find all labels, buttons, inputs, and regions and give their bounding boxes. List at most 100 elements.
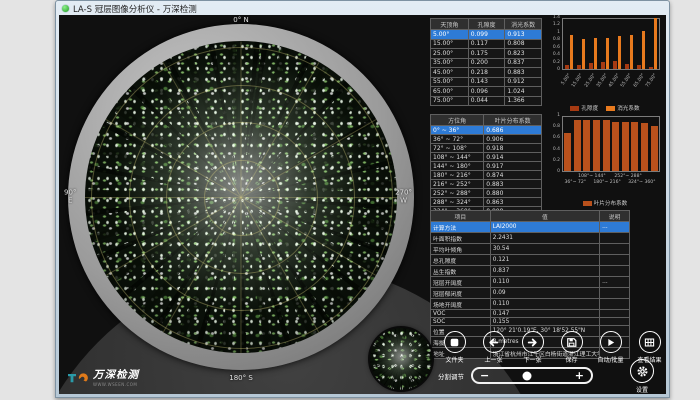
y-axis-tick: 0	[548, 67, 560, 72]
zenith-row[interactable]: 45.00°0.2180.883	[431, 68, 542, 78]
zenith-row[interactable]: 55.00°0.1430.912	[431, 77, 542, 87]
folder-icon	[444, 331, 466, 353]
param-row[interactable]: 总孔隙度0.121	[431, 255, 630, 266]
azimuth-cell: 0.917	[484, 162, 542, 171]
zenith-cell: 1.366	[505, 96, 542, 106]
settings-label: 设置	[636, 385, 648, 394]
leaf-distribution-chart: 00.20.40.60.81108°~ 144° 252°~ 288°36°~ …	[548, 114, 662, 207]
zenith-cell: 1.024	[505, 87, 542, 97]
zenith-cell: 35.00°	[431, 58, 469, 68]
zenith-cell: 0.808	[505, 39, 542, 49]
slider-handle[interactable]	[523, 371, 532, 380]
zenith-cell: 0.099	[468, 30, 505, 40]
zenith-row[interactable]: 15.00°0.1170.808	[431, 39, 542, 49]
chart-legend: 叶片分布系数	[548, 199, 662, 207]
auto-icon	[600, 331, 622, 353]
param-cell: SOC	[431, 318, 491, 326]
param-header: 项目	[431, 211, 491, 222]
bar	[625, 64, 629, 69]
azimuth-cell: 0° ~ 36°	[431, 126, 484, 135]
param-cell: 总孔隙度	[431, 255, 491, 266]
zenith-row[interactable]: 75.00°0.0441.366	[431, 96, 542, 106]
zenith-row[interactable]: 25.00°0.1750.823	[431, 49, 542, 59]
azimuth-row[interactable]: 108° ~ 144°0.914	[431, 153, 542, 162]
save-button[interactable]: 保存	[553, 331, 590, 364]
legend-label: 孔隙度	[581, 104, 598, 112]
param-row[interactable]: 场地开阔度0.110	[431, 299, 630, 310]
param-cell: 冠层开阔度	[431, 277, 491, 288]
settings-button[interactable]: 设置	[630, 359, 654, 394]
azimuth-row[interactable]: 144° ~ 180°0.917	[431, 162, 542, 171]
zenith-cell: 15.00°	[431, 39, 469, 49]
bar	[641, 123, 648, 171]
azimuth-row[interactable]: 72° ~ 108°0.918	[431, 144, 542, 153]
zenith-cell: 65.00°	[431, 87, 469, 97]
bar	[606, 38, 610, 69]
chart-legend: 孔隙度消光系数	[548, 104, 662, 112]
bar	[630, 35, 634, 69]
param-cell: 场地开阔度	[431, 299, 491, 310]
param-cell	[600, 310, 630, 318]
zenith-cell: 0.117	[468, 39, 505, 49]
bar-group	[577, 39, 585, 69]
azimuth-cell: 288° ~ 324°	[431, 198, 484, 207]
zenith-row[interactable]: 5.00°0.0990.913	[431, 30, 542, 40]
legend-label: 叶片分布系数	[594, 199, 628, 207]
param-cell	[600, 288, 630, 299]
param-row[interactable]: VOC0.147	[431, 310, 630, 318]
compass-east-dir: E	[64, 197, 76, 205]
bar	[631, 122, 638, 171]
param-cell	[600, 266, 630, 277]
bar-group	[589, 38, 597, 69]
param-cell: 0.837	[490, 266, 599, 277]
param-row[interactable]: SOC0.155	[431, 318, 630, 326]
previous-button[interactable]: 上一张	[475, 331, 512, 364]
azimuth-row[interactable]: 216° ~ 252°0.883	[431, 180, 542, 189]
zenith-cell: 55.00°	[431, 77, 469, 87]
azimuth-row[interactable]: 180° ~ 216°0.874	[431, 171, 542, 180]
window-title: LA-S 冠层图像分析仪 - 万深检测	[73, 3, 197, 15]
bar	[574, 120, 581, 171]
slider-decrease-button[interactable]: −	[480, 370, 489, 381]
param-row[interactable]: 冠层郁闭度0.09	[431, 288, 630, 299]
azimuth-cell: 0.914	[484, 153, 542, 162]
azimuth-row[interactable]: 288° ~ 324°0.863	[431, 198, 542, 207]
azimuth-row[interactable]: 0° ~ 36°0.686	[431, 126, 542, 135]
param-cell: 30.54	[490, 244, 599, 255]
y-axis-tick: 0.8	[548, 124, 560, 129]
prev-icon	[483, 331, 505, 353]
client-area: 0° N 180° S 90° E 270° W 天顶角孔隙度消光系数5.00°…	[59, 15, 666, 394]
resolution-slider[interactable]: − +	[471, 367, 593, 384]
zenith-cell: 0.143	[468, 77, 505, 87]
chart-plot-area	[562, 18, 660, 70]
thumbnail-preview[interactable]	[370, 328, 432, 390]
azimuth-table: 方位角叶片分布系数0° ~ 36°0.68636° ~ 72°0.90672° …	[430, 114, 542, 216]
param-cell: 平均叶倾角	[431, 244, 491, 255]
auto-batch-button[interactable]: 自动/批量	[592, 331, 629, 364]
param-row[interactable]: 计算方法LAI2000...	[431, 222, 630, 233]
bar-group	[637, 31, 645, 69]
y-axis-tick: 0.2	[548, 158, 560, 163]
y-axis-tick: 1.4	[548, 15, 560, 20]
bar-group	[651, 126, 658, 171]
slider-row: 分割调节 − +	[438, 367, 593, 384]
bar	[564, 133, 571, 171]
slider-label: 分割调节	[438, 371, 464, 381]
param-row[interactable]: 丛生指数0.837	[431, 266, 630, 277]
param-row[interactable]: 冠层开阔度0.110...	[431, 277, 630, 288]
canopy-image[interactable]	[85, 41, 397, 353]
bar-group	[583, 120, 590, 171]
results-icon	[639, 331, 661, 353]
folder-button[interactable]: 文件夹	[436, 331, 473, 364]
param-row[interactable]: 平均叶倾角30.54	[431, 244, 630, 255]
bar-group	[612, 122, 619, 171]
slider-increase-button[interactable]: +	[575, 370, 584, 381]
param-row[interactable]: 叶面积指数2.2431	[431, 233, 630, 244]
azimuth-row[interactable]: 36° ~ 72°0.906	[431, 135, 542, 144]
titlebar[interactable]: LA-S 冠层图像分析仪 - 万深检测	[56, 1, 669, 15]
zenith-header: 消光系数	[505, 19, 542, 30]
zenith-row[interactable]: 65.00°0.0961.024	[431, 87, 542, 97]
next-button[interactable]: 下一张	[514, 331, 551, 364]
azimuth-row[interactable]: 252° ~ 288°0.880	[431, 189, 542, 198]
zenith-row[interactable]: 35.00°0.2000.837	[431, 58, 542, 68]
